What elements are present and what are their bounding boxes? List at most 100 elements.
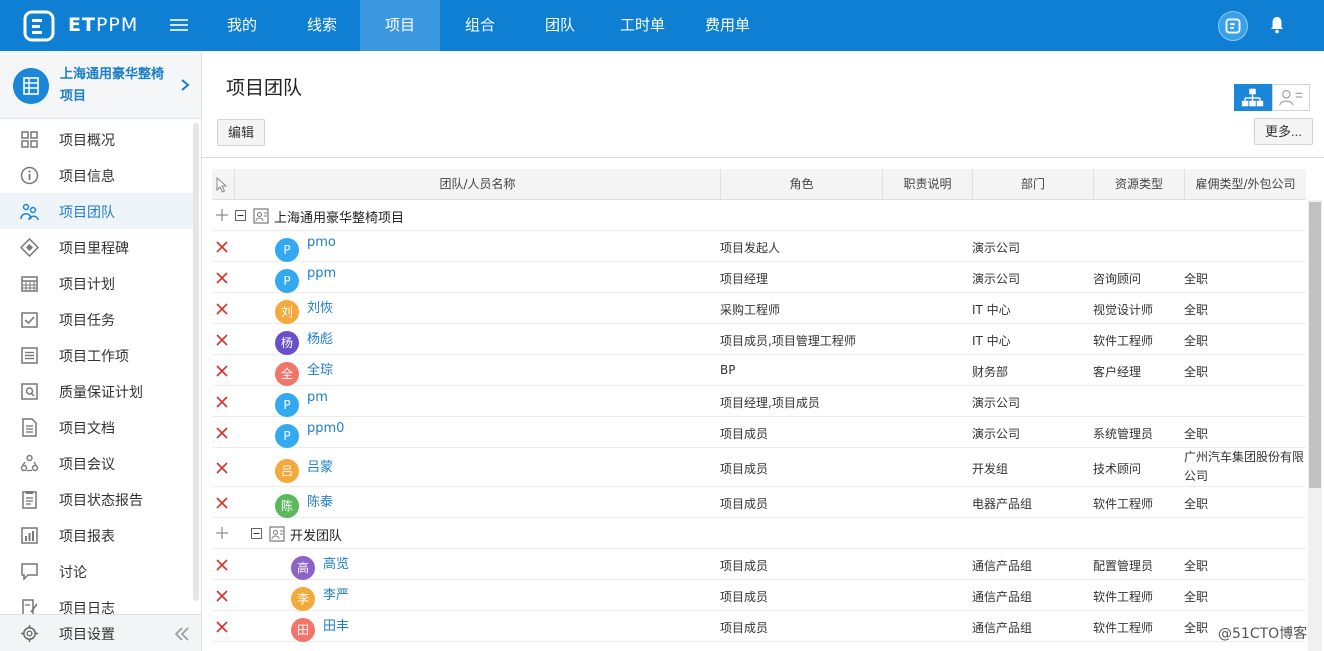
chevron-right-icon[interactable] (180, 79, 190, 91)
table-row[interactable]: 吕吕蒙 项目成员 开发组 技术顾问 广州汽车集团股份有限公司 (212, 448, 1306, 487)
member-name-link[interactable]: pm (307, 390, 328, 405)
sidebar-item[interactable]: 项目里程碑 (0, 229, 194, 265)
remove-member-icon[interactable] (215, 333, 229, 347)
more-button[interactable]: 更多... (1254, 118, 1313, 145)
sidebar-item[interactable]: 项目任务 (0, 301, 194, 337)
etppm-logo-icon[interactable] (22, 9, 56, 43)
calendar-icon (21, 276, 38, 292)
main-content: 项目团队 编辑 更多... 团队/人员名称 角色 职责说明 部门 资源类型 雇佣… (202, 51, 1324, 651)
member-name-link[interactable]: 田丰 (323, 615, 349, 634)
nav-item[interactable]: 组合 (440, 0, 520, 51)
member-name-link[interactable]: 陈泰 (307, 491, 333, 510)
column-header[interactable]: 资源类型 (1093, 169, 1184, 200)
remove-member-icon[interactable] (215, 364, 229, 378)
nav-item[interactable]: 团队 (520, 0, 600, 51)
column-header[interactable]: 部门 (972, 169, 1093, 200)
view-toggle (1234, 84, 1310, 111)
sidebar-item[interactable]: 质量保证计划 (0, 373, 194, 409)
person-list-icon (1279, 89, 1303, 106)
sidebar-scrollbar[interactable] (193, 123, 199, 601)
table-row[interactable]: Ppm 项目经理,项目成员 演示公司 (212, 386, 1306, 417)
notification-bell-icon[interactable] (1270, 16, 1284, 34)
org-view-button[interactable] (1234, 84, 1272, 111)
sidebar-item-label: 项目文档 (59, 421, 115, 437)
page-title: 项目团队 (226, 77, 303, 99)
project-header[interactable]: 上海通用豪华整椅项目 (0, 51, 201, 119)
member-name-link[interactable]: 吕蒙 (307, 456, 333, 475)
nav-item[interactable]: 线索 (284, 0, 360, 51)
list-view-button[interactable] (1272, 84, 1310, 111)
nav-item[interactable]: 我的 (200, 0, 284, 51)
remove-member-icon[interactable] (215, 461, 229, 475)
nav-item[interactable]: 项目 (360, 0, 440, 51)
group-row[interactable]: 开发团队 (212, 518, 1306, 549)
sidebar-item-label: 项目任务 (59, 313, 115, 329)
sidebar-item[interactable]: 项目概况 (0, 121, 194, 157)
sidebar-item[interactable]: 讨论 (0, 553, 194, 589)
column-header[interactable]: 团队/人员名称 (234, 169, 720, 200)
table-row[interactable]: 高高览 项目成员 通信产品组 配置管理员 全职 (212, 549, 1306, 580)
nav-item[interactable]: 费用单 (685, 0, 770, 51)
department-cell: 通信产品组 (972, 589, 1033, 604)
add-member-icon[interactable] (215, 208, 229, 222)
collapse-tree-icon[interactable] (235, 209, 246, 221)
table-row[interactable]: Pppm 项目经理 演示公司 咨询顾问 全职 (212, 262, 1306, 293)
column-header[interactable]: 职责说明 (882, 169, 972, 200)
member-name-link[interactable]: 刘恢 (307, 297, 333, 316)
table-row[interactable]: 田田丰 项目成员 通信产品组 软件工程师 全职 (212, 611, 1306, 642)
nav-item[interactable]: 工时单 (600, 0, 685, 51)
remove-member-icon[interactable] (215, 271, 229, 285)
member-name-link[interactable]: ppm0 (307, 421, 344, 436)
sidebar-item-label: 项目会议 (59, 457, 115, 473)
collapse-tree-icon[interactable] (251, 527, 262, 539)
remove-member-icon[interactable] (215, 240, 229, 254)
cursor-select-icon[interactable] (216, 177, 228, 193)
member-name-link[interactable]: ppm (307, 266, 336, 281)
brand-name[interactable]: ETPPM (68, 14, 138, 36)
table-row[interactable]: 陈陈泰 项目成员 电器产品组 软件工程师 全职 (212, 487, 1306, 518)
table-row[interactable]: 李李严 项目成员 通信产品组 软件工程师 全职 (212, 580, 1306, 611)
add-member-icon[interactable] (215, 526, 229, 540)
remove-member-icon[interactable] (215, 589, 229, 603)
department-cell: 通信产品组 (972, 620, 1033, 635)
remove-member-icon[interactable] (215, 426, 229, 440)
employment-type-cell: 全职 (1184, 620, 1209, 635)
user-avatar-icon[interactable] (1218, 11, 1248, 41)
sidebar-item[interactable]: 项目报表 (0, 517, 194, 553)
sidebar-item[interactable]: 项目会议 (0, 445, 194, 481)
grid-scrollbar-thumb[interactable] (1309, 202, 1321, 488)
menu-toggle-icon[interactable] (170, 16, 188, 34)
table-row[interactable]: 刘刘恢 采购工程师 IT 中心 视觉设计师 全职 (212, 293, 1306, 324)
table-row[interactable]: Ppmo 项目发起人 演示公司 (212, 231, 1306, 262)
collapse-sidebar-icon[interactable] (174, 627, 190, 641)
sidebar-item[interactable]: 项目计划 (0, 265, 194, 301)
member-name-link[interactable]: 李严 (323, 584, 349, 603)
watermark: @51CTO博客 (1218, 626, 1308, 642)
column-header[interactable]: 雇佣类型/外包公司 (1184, 169, 1306, 200)
sidebar-item[interactable]: 项目信息 (0, 157, 194, 193)
role-cell: 项目成员 (720, 426, 769, 441)
member-name-link[interactable]: 全琮 (307, 359, 333, 378)
member-name-link[interactable]: 高览 (323, 553, 349, 572)
sidebar-item[interactable]: 项目文档 (0, 409, 194, 445)
sidebar-item[interactable]: 项目状态报告 (0, 481, 194, 517)
remove-member-icon[interactable] (215, 302, 229, 316)
table-row[interactable]: Pppm0 项目成员 演示公司 系统管理员 全职 (212, 417, 1306, 448)
column-header[interactable]: 角色 (720, 169, 882, 200)
group-row[interactable]: 上海通用豪华整椅项目 (212, 200, 1306, 231)
table-row[interactable]: 杨杨彪 项目成员,项目管理工程师 IT 中心 软件工程师 全职 (212, 324, 1306, 355)
member-name-link[interactable]: pmo (307, 235, 336, 250)
employment-type-cell: 全职 (1184, 496, 1209, 511)
employment-type-cell: 全职 (1184, 333, 1209, 348)
sidebar-item-settings[interactable]: 项目设置 (0, 614, 201, 651)
member-name-link[interactable]: 杨彪 (307, 328, 333, 347)
gear-icon (20, 624, 39, 643)
sidebar-item[interactable]: 项目团队 (0, 193, 194, 229)
remove-member-icon[interactable] (215, 558, 229, 572)
table-row[interactable]: 全全琮 BP 财务部 客户经理 全职 (212, 355, 1306, 386)
remove-member-icon[interactable] (215, 496, 229, 510)
edit-button[interactable]: 编辑 (217, 119, 266, 146)
sidebar-item[interactable]: 项目工作项 (0, 337, 194, 373)
remove-member-icon[interactable] (215, 395, 229, 409)
remove-member-icon[interactable] (215, 620, 229, 634)
